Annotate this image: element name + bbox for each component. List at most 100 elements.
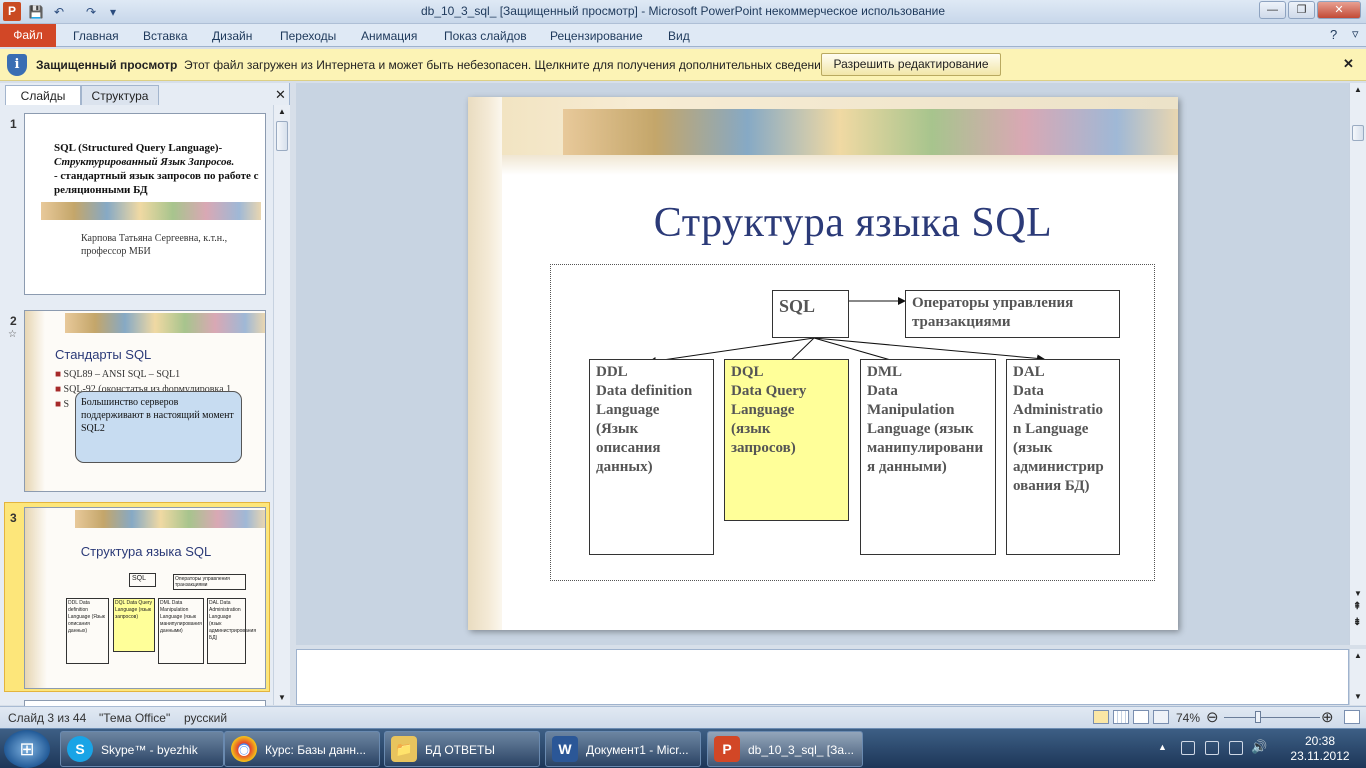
scroll-up-icon[interactable]: ▲	[1354, 651, 1362, 660]
animation-star-icon: ☆	[8, 329, 17, 340]
arrow-to-dal	[813, 337, 1045, 363]
scroll-up-icon[interactable]: ▲	[278, 107, 286, 116]
dal-box: DAL Data Administratio n Language (язык админ…	[1006, 359, 1120, 555]
tab-animations[interactable]: Анимация	[361, 29, 417, 43]
slide-number: 3	[10, 511, 17, 525]
slide-2-bullet: ■ SQL89 – ANSI SQL – SQL1	[55, 369, 181, 380]
slide-thumbnail-1[interactable]: SQL (Structured Query Language)- Структу…	[24, 113, 266, 295]
device-icon[interactable]	[1205, 741, 1219, 755]
slide-number: 1	[10, 117, 17, 131]
network-icon[interactable]	[1181, 741, 1195, 755]
minimize-button[interactable]: —	[1259, 1, 1286, 19]
scrollbar-thumb[interactable]	[276, 121, 288, 151]
mini-ddl-box: DDL Data definition Language (Язык описа…	[66, 598, 109, 664]
tab-review[interactable]: Рецензирование	[550, 29, 643, 43]
tab-slideshow[interactable]: Показ слайдов	[444, 29, 527, 43]
sql-box: SQL	[772, 290, 849, 338]
transaction-operators-box: Операторы управления транзакциями	[905, 290, 1120, 338]
folder-icon: 📁	[391, 736, 417, 762]
slide-counter: Слайд 3 из 44	[8, 711, 87, 725]
zoom-slider[interactable]	[1224, 717, 1320, 718]
shield-icon: i	[7, 54, 27, 76]
tab-file[interactable]: Файл	[0, 24, 56, 47]
ddl-box: DDL Data definition Language (Язык описания д…	[589, 359, 714, 555]
windows-taskbar: ⊞ S Skype™ - byezhik ◉ Курс: Базы данн..…	[0, 728, 1366, 768]
status-bar: Слайд 3 из 44 "Тема Office" русский 74% …	[0, 706, 1366, 728]
protected-view-bar: i Защищенный просмотр Этот файл загружен…	[0, 49, 1366, 81]
main-scrollbar[interactable]: ▲ ▼ ⇞ ⇟	[1349, 83, 1366, 645]
close-icon[interactable]: ✕	[1343, 56, 1354, 72]
next-slide-icon[interactable]: ⇟	[1353, 617, 1361, 628]
scroll-up-icon[interactable]: ▲	[1354, 85, 1362, 94]
clock[interactable]: 20:38 23.11.2012	[1290, 734, 1350, 764]
collapse-ribbon-icon[interactable]: ▿	[1352, 26, 1359, 42]
slide-3-heading: Структура языка SQL	[80, 544, 212, 559]
volume-icon[interactable]: 🔊	[1251, 739, 1267, 755]
slide-thumbnail-2[interactable]: Стандарты SQL ■ SQL89 – ANSI SQL – SQL1 …	[24, 310, 266, 492]
slide-number: 2	[10, 314, 17, 328]
taskbar-folder[interactable]: 📁 БД ОТВЕТЫ	[384, 731, 540, 767]
word-icon: W	[552, 736, 578, 762]
zoom-level[interactable]: 74%	[1176, 711, 1200, 725]
tab-insert[interactable]: Вставка	[143, 29, 188, 43]
dql-box: DQL Data Query Language (язык запросов)	[724, 359, 849, 521]
tab-transitions[interactable]: Переходы	[280, 29, 336, 43]
enable-editing-button[interactable]: Разрешить редактирование	[821, 53, 1001, 76]
maximize-button[interactable]: ❐	[1288, 1, 1315, 19]
notes-pane[interactable]	[296, 649, 1349, 705]
decorative-strip	[41, 202, 261, 220]
close-window-button[interactable]: ✕	[1317, 1, 1361, 19]
tab-slides[interactable]: Слайды	[5, 85, 81, 105]
tab-home[interactable]: Главная	[73, 29, 119, 43]
decorative-strip	[65, 313, 265, 333]
scroll-down-icon[interactable]: ▼	[1354, 692, 1362, 701]
protected-view-title: Защищенный просмотр	[36, 58, 178, 72]
slide-thumbnail-3[interactable]: Структура языка SQL SQL Операторы управл…	[24, 507, 266, 689]
slideshow-icon[interactable]	[1153, 710, 1169, 724]
previous-slide-icon[interactable]: ⇞	[1353, 601, 1361, 612]
taskbar-chrome[interactable]: ◉ Курс: Базы данн...	[224, 731, 380, 767]
skype-icon: S	[67, 736, 93, 762]
language[interactable]: русский	[184, 711, 227, 725]
mini-dml-box: DML Data Manipulation Language (язык ман…	[158, 598, 204, 664]
tab-view[interactable]: Вид	[668, 29, 690, 43]
taskbar-skype[interactable]: S Skype™ - byezhik	[60, 731, 224, 767]
scrollbar-thumb[interactable]	[1352, 125, 1364, 141]
slide-1-title-line3: - стандартный язык запросов по работе с …	[54, 170, 259, 196]
battery-icon[interactable]	[1229, 741, 1243, 755]
zoom-out-icon[interactable]: ⊖	[1206, 708, 1219, 726]
taskbar-powerpoint[interactable]: P db_10_3_sql_ [За...	[707, 731, 863, 767]
mini-sql-box: SQL	[129, 573, 156, 587]
scroll-down-icon[interactable]: ▼	[1354, 589, 1362, 598]
slide-1-author: Карпова Татьяна Сергеевна, к.т.н., профе…	[81, 233, 228, 257]
decorative-strip	[75, 510, 265, 528]
current-slide[interactable]: Структура языка SQL SQL Операторы управл…	[468, 97, 1178, 630]
show-hidden-icons[interactable]: ▲	[1158, 742, 1167, 752]
theme-name: "Тема Office"	[99, 711, 171, 725]
tab-design[interactable]: Дизайн	[212, 29, 252, 43]
close-panel-icon[interactable]: ✕	[275, 87, 286, 103]
notes-scrollbar[interactable]: ▲ ▼	[1349, 649, 1366, 705]
clock-date: 23.11.2012	[1290, 749, 1350, 763]
zoom-slider-thumb[interactable]	[1255, 711, 1262, 723]
mini-ops-box: Операторы управления транзакциями	[173, 574, 246, 590]
slides-panel: Слайды Структура ✕ 1 SQL (Structured Que…	[0, 83, 290, 708]
powerpoint-icon: P	[714, 736, 740, 762]
scroll-down-icon[interactable]: ▼	[278, 693, 286, 702]
mini-dal-box: DAL Data Administration Language (язык а…	[207, 598, 256, 664]
zoom-in-icon[interactable]: ⊕	[1321, 708, 1334, 726]
fit-to-window-icon[interactable]	[1344, 710, 1360, 724]
window-title: db_10_3_sql_ [Защищенный просмотр] - Mic…	[420, 4, 946, 18]
slide-sorter-icon[interactable]	[1113, 710, 1129, 724]
slides-scrollbar[interactable]: ▲ ▼	[273, 105, 290, 705]
tab-outline[interactable]: Структура	[81, 85, 159, 105]
taskbar-word[interactable]: W Документ1 - Micr...	[545, 731, 701, 767]
start-button[interactable]: ⊞	[4, 730, 50, 768]
mini-dql-box: DQL Data Query Language (язык запросов)	[113, 598, 155, 652]
help-icon[interactable]: ?	[1330, 27, 1337, 42]
protected-view-text[interactable]: Этот файл загружен из Интернета и может …	[184, 58, 831, 72]
reading-view-icon[interactable]	[1133, 710, 1149, 724]
slide-1-title-line2: Структурированный Язык Запросов.	[54, 156, 235, 168]
normal-view-icon[interactable]	[1093, 710, 1109, 724]
ribbon-tabs: Главная Вставка Дизайн Переходы Анимация…	[0, 24, 1366, 47]
